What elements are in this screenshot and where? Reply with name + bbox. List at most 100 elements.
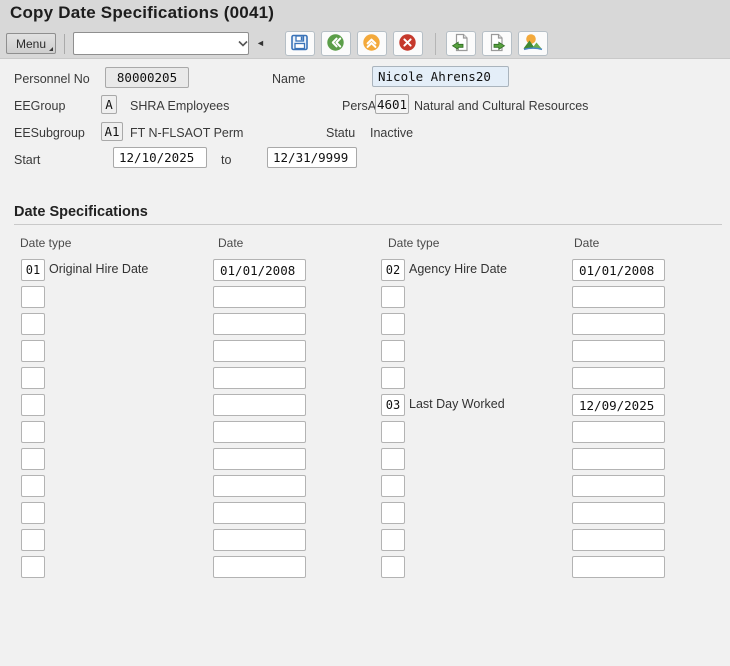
date-spec-row — [0, 526, 730, 553]
date-input[interactable] — [213, 340, 306, 362]
start-label: Start — [14, 153, 40, 167]
title-bar: Copy Date Specifications (0041) Menu ◄ — [0, 0, 730, 59]
date-spec-row — [0, 310, 730, 337]
exit-button[interactable] — [357, 31, 387, 56]
back-button[interactable] — [321, 31, 351, 56]
date-input[interactable] — [572, 421, 665, 443]
collapse-toolbar-icon[interactable]: ◄ — [256, 39, 265, 48]
date-type-input[interactable] — [381, 448, 405, 470]
personnel-no-label: Personnel No — [14, 72, 90, 86]
date-input[interactable] — [213, 313, 306, 335]
date-type-input[interactable] — [381, 556, 405, 578]
date-type-input[interactable] — [21, 313, 45, 335]
date-type-input[interactable] — [381, 340, 405, 362]
date-input[interactable] — [213, 259, 306, 281]
date-input[interactable] — [213, 475, 306, 497]
date-input[interactable] — [213, 502, 306, 524]
date-type-input[interactable] — [21, 556, 45, 578]
date-input[interactable] — [213, 394, 306, 416]
ee-group-field[interactable] — [101, 95, 117, 114]
ee-subgroup-field[interactable] — [101, 122, 123, 141]
date-type-input[interactable] — [381, 394, 405, 416]
date-input[interactable] — [572, 502, 665, 524]
date-input[interactable] — [572, 340, 665, 362]
date-type-input[interactable] — [381, 259, 405, 281]
date-input[interactable] — [572, 448, 665, 470]
chevron-down-icon[interactable] — [237, 40, 249, 48]
date-type-input[interactable] — [381, 313, 405, 335]
up-icon — [362, 33, 381, 55]
date-spec-row — [0, 499, 730, 526]
date-input[interactable] — [572, 259, 665, 281]
date-type-label: Last Day Worked — [409, 397, 505, 411]
date-input[interactable] — [572, 394, 665, 416]
start-date-field[interactable] — [113, 147, 207, 168]
pers-a-label: PersA — [342, 99, 376, 113]
overview-icon — [523, 33, 543, 54]
name-field[interactable] — [372, 66, 509, 87]
date-type-input[interactable] — [21, 475, 45, 497]
next-record-button[interactable] — [482, 31, 512, 56]
date-input[interactable] — [572, 556, 665, 578]
date-spec-row — [0, 445, 730, 472]
date-type-input[interactable] — [381, 286, 405, 308]
back-icon — [326, 33, 345, 55]
personnel-no-field[interactable] — [105, 67, 189, 88]
date-type-input[interactable] — [21, 367, 45, 389]
date-input[interactable] — [213, 421, 306, 443]
menu-button-label: Menu — [16, 37, 46, 51]
date-type-input[interactable] — [21, 286, 45, 308]
date-type-input[interactable] — [21, 259, 45, 281]
date-type-input[interactable] — [21, 421, 45, 443]
overview-button[interactable] — [518, 31, 548, 56]
date-input[interactable] — [213, 529, 306, 551]
date-type-input[interactable] — [21, 448, 45, 470]
date-spec-row — [0, 418, 730, 445]
date-input[interactable] — [572, 529, 665, 551]
ee-group-text: SHRA Employees — [130, 99, 229, 113]
sap-window: Copy Date Specifications (0041) Menu ◄ — [0, 0, 730, 666]
page-title: Copy Date Specifications (0041) — [10, 3, 274, 23]
ee-group-label: EEGroup — [14, 99, 65, 113]
menu-corner-icon — [49, 47, 53, 51]
date-input[interactable] — [572, 286, 665, 308]
date-input[interactable] — [572, 475, 665, 497]
date-spec-row — [0, 364, 730, 391]
date-type-label: Agency Hire Date — [409, 262, 507, 276]
ee-subgroup-text: FT N-FLSAOT Perm — [130, 126, 243, 140]
save-button[interactable] — [285, 31, 315, 56]
pers-a-field[interactable] — [375, 94, 409, 114]
date-input[interactable] — [213, 286, 306, 308]
date-type-input[interactable] — [21, 340, 45, 362]
cancel-button[interactable] — [393, 31, 423, 56]
column-header-date-left: Date — [218, 236, 243, 250]
end-date-field[interactable] — [267, 147, 357, 168]
date-input[interactable] — [213, 556, 306, 578]
cancel-icon — [398, 33, 417, 55]
date-type-label: Original Hire Date — [49, 262, 148, 276]
date-input[interactable] — [572, 313, 665, 335]
toolbar-divider — [435, 33, 436, 55]
date-type-input[interactable] — [381, 475, 405, 497]
column-header-date-type-left: Date type — [20, 236, 71, 250]
date-type-input[interactable] — [21, 502, 45, 524]
date-input[interactable] — [572, 367, 665, 389]
menu-button[interactable]: Menu — [6, 33, 56, 54]
date-input[interactable] — [213, 448, 306, 470]
toolbar-divider — [64, 34, 65, 54]
previous-record-button[interactable] — [446, 31, 476, 56]
status-label: Statu — [326, 126, 355, 140]
date-type-input[interactable] — [381, 502, 405, 524]
date-input[interactable] — [213, 367, 306, 389]
date-type-input[interactable] — [381, 367, 405, 389]
status-value: Inactive — [370, 126, 413, 140]
command-input[interactable] — [74, 33, 237, 54]
date-spec-rows: Original Hire Date Agency Hire Date Last D… — [0, 256, 730, 580]
command-combobox[interactable] — [73, 32, 249, 55]
pers-a-text: Natural and Cultural Resources — [414, 99, 588, 113]
date-spec-row: Last Day Worked — [0, 391, 730, 418]
date-type-input[interactable] — [21, 394, 45, 416]
date-type-input[interactable] — [381, 529, 405, 551]
date-type-input[interactable] — [21, 529, 45, 551]
date-type-input[interactable] — [381, 421, 405, 443]
